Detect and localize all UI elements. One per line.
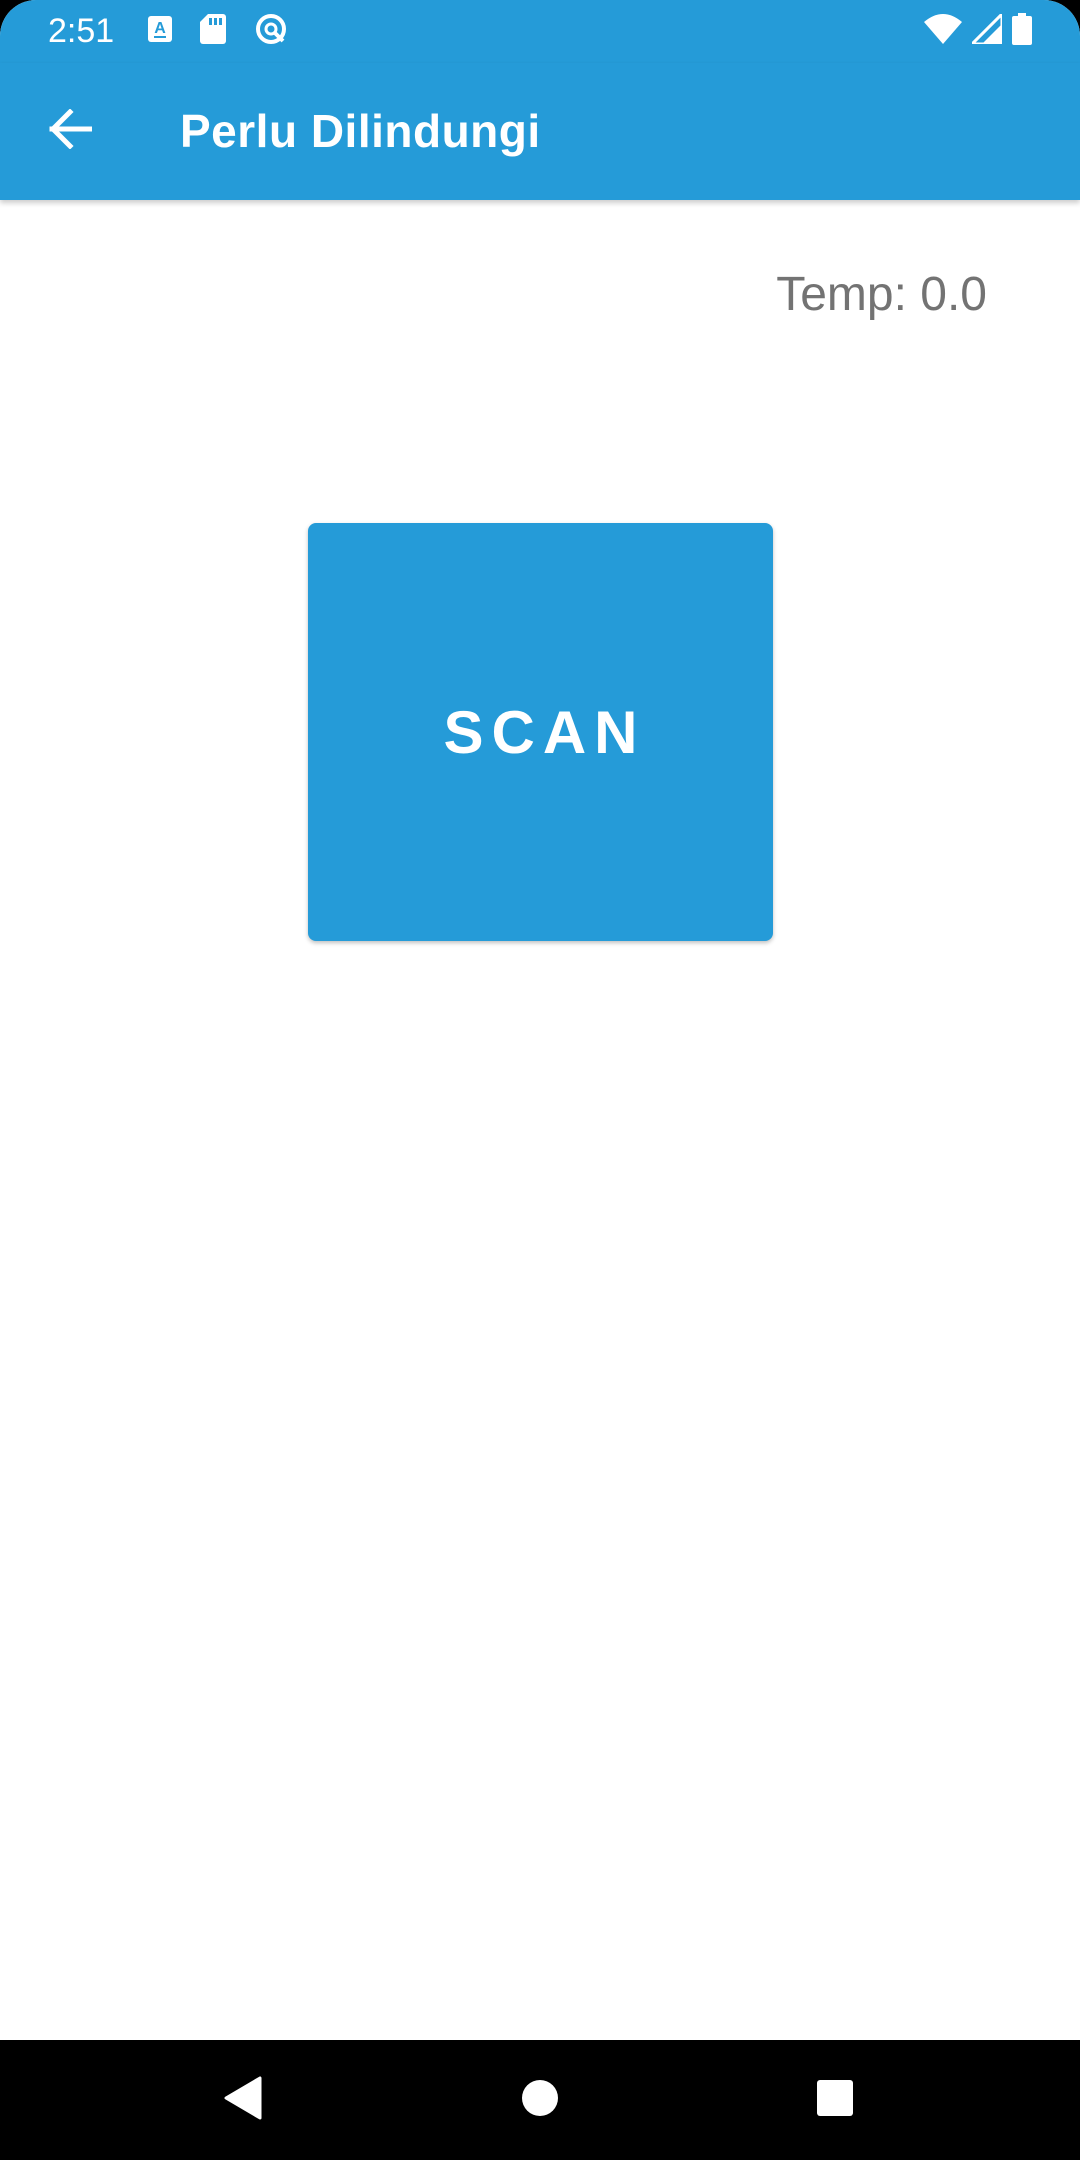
nav-back-button[interactable] [210,2068,274,2132]
home-circle-icon [521,2079,559,2122]
back-triangle-icon [222,2076,262,2125]
app-bar: Perlu Dilindungi [0,63,1080,200]
system-nav-bar [0,2040,1080,2160]
vpn-circle-icon [254,12,288,51]
back-button[interactable] [34,95,106,167]
arrow-back-icon [48,107,93,154]
page-title: Perlu Dilindungi [180,105,541,157]
status-time: 2:51 [48,12,115,50]
svg-text:A: A [154,20,166,37]
status-system-icons [924,12,1032,50]
app-screen: 2:51 A Perlu Dilindungi Temp: 0.0 SCAN [0,0,1080,2160]
status-bar: 2:51 A [0,0,1080,63]
wifi-icon [924,13,962,49]
nav-recents-button[interactable] [803,2068,867,2132]
scan-button-label: SCAN [443,698,646,766]
recents-square-icon [816,2079,854,2122]
translate-icon: A [148,15,172,47]
sd-card-icon [200,13,226,49]
temperature-label: Temp: 0.0 [776,268,987,321]
nav-home-button[interactable] [508,2068,572,2132]
cell-signal-icon [970,12,1004,49]
scan-button[interactable]: SCAN [308,523,773,941]
status-notification-icons: A [148,12,288,51]
battery-icon [1012,12,1032,50]
